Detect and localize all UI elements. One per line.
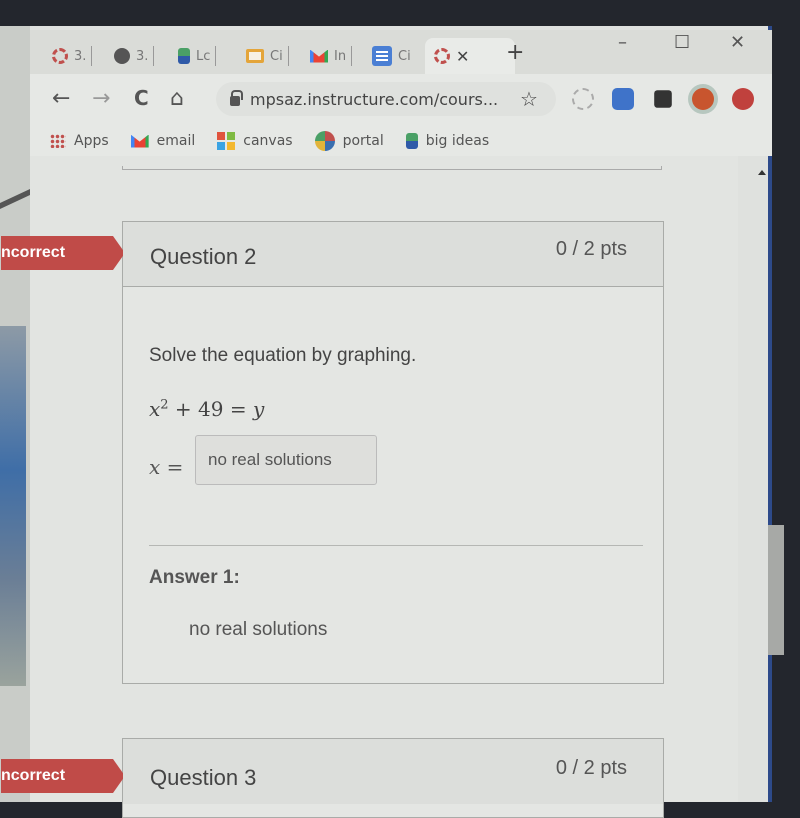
globe-icon <box>114 48 130 64</box>
incorrect-badge: ncorrect <box>1 236 125 270</box>
microsoft-grid-icon <box>217 132 236 150</box>
tab-separator <box>153 46 155 66</box>
scroll-up-arrow-icon[interactable] <box>758 170 766 175</box>
extensions-puzzle-icon[interactable] <box>654 90 672 108</box>
equation-exponent: 2 <box>160 397 169 413</box>
tab-2[interactable]: 3. <box>114 42 155 70</box>
tab-4[interactable]: Ci <box>246 42 289 70</box>
browser-toolbar: ← → C ⌂ mpsaz.instructure.com/cours... ☆ <box>30 74 772 126</box>
equation-var: x <box>149 397 161 421</box>
answer-input-label: x = <box>149 455 183 479</box>
close-tab-icon[interactable]: ✕ <box>456 47 469 66</box>
question-header: Question 3 0 / 2 pts <box>123 739 663 804</box>
gmail-icon <box>310 49 328 63</box>
background-window-edge <box>0 26 30 802</box>
scrollbar-thumb[interactable] <box>768 525 784 655</box>
screen: 3. 3. Lc Ci In Ci ✕ + – ☐ ✕ ← → C ⌂ mpsa… <box>0 0 800 818</box>
input-label-eq: = <box>160 455 184 479</box>
docs-icon <box>372 46 392 66</box>
big-ideas-icon <box>405 133 418 149</box>
tab-label: 3. <box>136 48 149 64</box>
answer-input[interactable]: no real solutions <box>195 435 377 485</box>
tab-label: Ci <box>270 48 283 64</box>
tab-6[interactable]: Ci <box>372 42 411 70</box>
tab-label: Lc <box>196 48 211 64</box>
input-label-var: x <box>149 455 161 479</box>
equation-rest: + 49 = <box>168 397 253 421</box>
big-ideas-icon <box>178 48 190 64</box>
equation-var: y <box>252 397 265 421</box>
home-button[interactable]: ⌂ <box>170 86 184 111</box>
tab-label: Ci <box>398 48 411 64</box>
new-tab-button[interactable]: + <box>506 40 524 65</box>
update-icon[interactable] <box>732 88 754 110</box>
bookmark-label: email <box>156 133 196 149</box>
bookmark-email[interactable]: email <box>130 133 196 149</box>
address-bar[interactable]: mpsaz.instructure.com/cours... <box>216 82 556 116</box>
reload-button[interactable]: C <box>134 86 149 110</box>
tab-strip: 3. 3. Lc Ci In Ci ✕ + – ☐ ✕ <box>30 30 772 74</box>
tab-separator <box>287 46 289 66</box>
question-prompt: Solve the equation by graphing. <box>149 345 417 366</box>
background-photo <box>0 326 26 686</box>
bookmark-label: big ideas <box>425 133 490 149</box>
bookmark-portal[interactable]: portal <box>314 131 384 151</box>
canvas-icon <box>434 48 450 64</box>
bookmark-label: portal <box>342 133 384 149</box>
bookmark-canvas[interactable]: canvas <box>217 132 293 150</box>
url-text: mpsaz.instructure.com/cours... <box>250 89 499 109</box>
bookmarks-bar: Apps email canvas portal big ideas <box>30 126 772 156</box>
question-points: 0 / 2 pts <box>555 238 627 260</box>
close-window-button[interactable]: ✕ <box>730 32 745 53</box>
extension-screen-icon[interactable] <box>612 88 634 110</box>
profile-avatar[interactable] <box>692 88 714 110</box>
tab-7-active[interactable]: ✕ <box>434 42 469 70</box>
bookmark-big-ideas[interactable]: big ideas <box>405 133 490 149</box>
slides-icon <box>246 49 264 63</box>
tab-5[interactable]: In <box>310 42 353 70</box>
question-card: ncorrect Question 3 0 / 2 pts <box>1 738 664 818</box>
question-header: Question 2 0 / 2 pts <box>123 222 663 287</box>
canvas-icon <box>52 48 68 64</box>
answer-value: no real solutions <box>189 619 328 640</box>
question-body: Solve the equation by graphing. x2 + 49 … <box>123 287 663 683</box>
incorrect-badge: ncorrect <box>1 759 125 793</box>
back-button[interactable]: ← <box>52 86 70 111</box>
extension-send-icon[interactable] <box>572 88 594 110</box>
tab-3[interactable]: Lc <box>178 42 217 70</box>
bookmark-label: Apps <box>74 133 109 149</box>
equation: x2 + 49 = y <box>149 397 264 421</box>
divider <box>149 545 643 546</box>
bookmark-apps[interactable]: Apps <box>50 133 109 149</box>
tab-separator <box>351 46 353 66</box>
minimize-button[interactable]: – <box>618 32 627 53</box>
portal-icon <box>314 131 335 151</box>
maximize-button[interactable]: ☐ <box>674 32 690 53</box>
forward-button[interactable]: → <box>92 86 110 111</box>
gmail-icon <box>130 134 149 148</box>
tab-label: In <box>334 48 347 64</box>
lock-icon <box>230 90 243 106</box>
question-points: 0 / 2 pts <box>555 757 627 779</box>
answer-label: Answer 1: <box>149 567 240 588</box>
tab-1[interactable]: 3. <box>52 42 93 70</box>
page-content: ncorrect Question 2 0 / 2 pts Solve the … <box>1 156 768 818</box>
tab-separator <box>91 46 93 66</box>
question-title: Question 2 <box>150 244 257 269</box>
background-decoration <box>0 189 30 209</box>
scrollbar-track[interactable] <box>738 156 768 802</box>
bookmark-star-icon[interactable]: ☆ <box>520 87 538 111</box>
question-title: Question 3 <box>150 765 257 790</box>
bookmark-label: canvas <box>243 133 293 149</box>
previous-question-card-edge <box>122 166 662 170</box>
question-card: ncorrect Question 2 0 / 2 pts Solve the … <box>1 221 664 684</box>
tab-label: 3. <box>74 48 87 64</box>
tab-separator <box>215 46 217 66</box>
apps-grid-icon <box>50 134 66 148</box>
